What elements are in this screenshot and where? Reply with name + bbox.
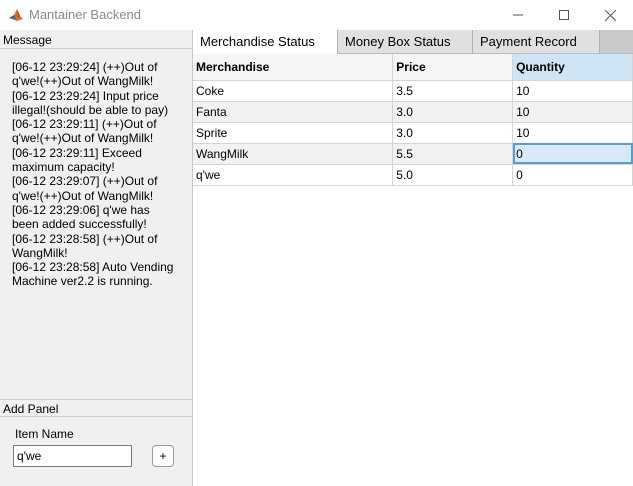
title-bar: Mantainer Backend xyxy=(0,0,633,30)
price-cell[interactable]: 3.0 xyxy=(392,122,514,144)
message-line: [06-12 23:28:58] (++)Out of xyxy=(12,231,158,246)
price-cell[interactable]: 5.0 xyxy=(392,164,514,186)
message-line: [06-12 23:29:11] Exceed xyxy=(12,145,142,160)
quantity-cell[interactable]: 0 xyxy=(512,164,633,186)
minimize-button[interactable] xyxy=(495,0,541,30)
message-line: [06-12 23:29:11] (++)Out of xyxy=(12,117,157,132)
message-panel-title: Message xyxy=(0,31,192,49)
message-line: illegal!(should be able to pay) xyxy=(12,102,169,117)
message-log: [06-12 23:29:24] (++)Out of q'we!(++)Out… xyxy=(12,60,184,289)
maximize-icon xyxy=(559,10,569,20)
message-line: WangMilk! xyxy=(12,245,68,260)
tab-merchandise-status[interactable]: Merchandise Status xyxy=(193,30,338,54)
table-row[interactable]: Sprite 3.0 10 xyxy=(193,122,633,144)
price-cell[interactable]: 3.5 xyxy=(392,80,514,102)
column-header-price[interactable]: Price xyxy=(392,54,514,81)
merchandise-table: Merchandise Price Quantity Coke 3.5 10 F… xyxy=(193,54,633,186)
matlab-app-icon xyxy=(8,7,24,23)
close-button[interactable] xyxy=(587,0,633,30)
quantity-cell[interactable]: 10 xyxy=(512,80,633,102)
quantity-cell[interactable]: 10 xyxy=(512,122,633,144)
minimize-icon xyxy=(513,14,523,16)
message-line: [06-12 23:28:58] Auto Vending xyxy=(12,260,174,275)
add-item-button[interactable]: + xyxy=(152,445,174,467)
column-header-quantity[interactable]: Quantity xyxy=(512,54,633,81)
item-name-label: Item Name xyxy=(15,427,74,441)
merchandise-cell[interactable]: Sprite xyxy=(193,122,394,144)
message-line: [06-12 23:29:07] (++)Out of xyxy=(12,174,158,189)
message-line: [06-12 23:29:06] q'we has xyxy=(12,202,150,217)
tab-money-box-status[interactable]: Money Box Status xyxy=(338,30,473,53)
close-icon xyxy=(604,9,616,21)
window-title: Mantainer Backend xyxy=(29,7,142,22)
price-cell[interactable]: 5.5 xyxy=(392,143,514,165)
table-row[interactable]: q'we 5.0 0 xyxy=(193,164,633,186)
merchandise-cell[interactable]: Coke xyxy=(193,80,394,102)
tab-payment-record[interactable]: Payment Record xyxy=(473,30,600,53)
merchandise-cell[interactable]: q'we xyxy=(193,164,394,186)
message-line: Machine ver2.2 is running. xyxy=(12,274,153,289)
quantity-cell-focused[interactable]: 0 xyxy=(512,143,633,165)
table-row-selected[interactable]: WangMilk 5.5 0 xyxy=(193,143,633,165)
item-name-input[interactable] xyxy=(13,445,132,467)
add-panel-title: Add Panel xyxy=(0,399,192,417)
table-row[interactable]: Fanta 3.0 10 xyxy=(193,101,633,123)
message-line: q'we!(++)Out of WangMilk! xyxy=(12,131,154,146)
message-line: [06-12 23:29:24] Input price xyxy=(12,88,159,103)
table-row[interactable]: Coke 3.5 10 xyxy=(193,80,633,102)
left-pane: Message [06-12 23:29:24] (++)Out of q'we… xyxy=(0,30,193,486)
maximize-button[interactable] xyxy=(541,0,587,30)
price-cell[interactable]: 3.0 xyxy=(392,101,514,123)
message-line: [06-12 23:29:24] (++)Out of xyxy=(12,60,158,74)
merchandise-cell[interactable]: WangMilk xyxy=(193,143,394,165)
message-line: q'we!(++)Out of WangMilk! xyxy=(12,188,154,203)
message-line: been added successfully! xyxy=(12,217,147,232)
merchandise-cell[interactable]: Fanta xyxy=(193,101,394,123)
message-line: q'we!(++)Out of WangMilk! xyxy=(12,74,154,89)
message-line: maximum capacity! xyxy=(12,160,115,175)
table-header-row: Merchandise Price Quantity xyxy=(193,54,633,81)
right-pane: Merchandise Status Money Box Status Paym… xyxy=(193,30,633,486)
column-header-merchandise[interactable]: Merchandise xyxy=(193,54,394,81)
tab-bar: Merchandise Status Money Box Status Paym… xyxy=(193,30,633,54)
quantity-cell[interactable]: 10 xyxy=(512,101,633,123)
